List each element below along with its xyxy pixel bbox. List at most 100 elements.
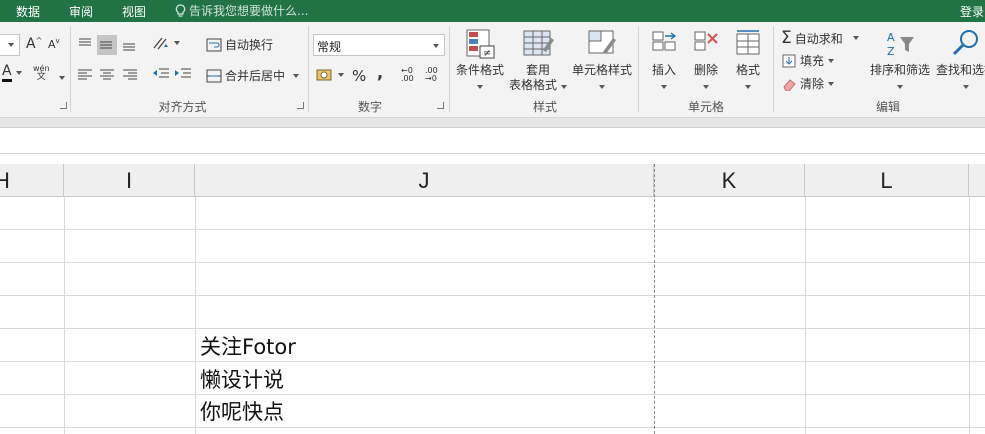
lightbulb-icon: [175, 4, 186, 17]
cell-styles-icon: [588, 30, 616, 54]
column-header-k[interactable]: K: [654, 164, 805, 197]
middle-align-button[interactable]: [97, 35, 117, 55]
conditional-formatting-button[interactable]: ≠ 条件格式: [453, 28, 507, 92]
percent-icon: %: [352, 67, 367, 85]
formula-bar[interactable]: [0, 128, 985, 154]
increase-decimal-button[interactable]: ←0 .00: [401, 67, 414, 83]
fill-label: 填充: [800, 54, 825, 68]
currency-icon: [316, 69, 332, 81]
page-break-line: [654, 164, 655, 434]
group-divider: [773, 26, 774, 112]
number-dialog-launcher[interactable]: [437, 102, 444, 109]
ribbon-bottom-strip: [0, 118, 985, 128]
column-header-l[interactable]: L: [805, 164, 969, 197]
insert-label: 插入: [651, 63, 676, 77]
svg-text:≠: ≠: [483, 48, 491, 59]
top-align-button[interactable]: [77, 35, 95, 53]
cell-styles-button[interactable]: 单元格样式: [570, 28, 634, 92]
number-format-dropdown[interactable]: 常规: [313, 34, 445, 56]
find-select-label: 查找和选择: [935, 63, 985, 77]
insert-cells-icon: [652, 31, 677, 51]
font-color-button[interactable]: A: [0, 64, 26, 82]
wrap-text-button[interactable]: 自动换行: [206, 36, 273, 53]
merge-center-label: 合并后居中: [225, 69, 286, 83]
alignment-group-label: 对齐方式: [158, 100, 207, 114]
decrease-indent-button[interactable]: [152, 67, 170, 81]
font-dialog-launcher[interactable]: [60, 102, 67, 109]
cell-styles-label: 单元格样式: [571, 63, 632, 77]
format-cells-button[interactable]: 格式: [730, 28, 766, 92]
tell-me-search[interactable]: 告诉我您想要做什么...: [175, 2, 308, 19]
column-header-j[interactable]: J: [195, 164, 654, 197]
ribbon: A ^ Av A wén 文 自动换行 合并后居中 对齐方式 常规 % , ←0…: [0, 22, 985, 118]
wrap-text-label: 自动换行: [225, 38, 274, 52]
percent-style-button[interactable]: %: [352, 67, 366, 85]
font-size-dropdown[interactable]: [0, 34, 20, 56]
bottom-align-button[interactable]: [121, 35, 139, 53]
align-bottom-icon: [123, 43, 135, 51]
align-right-icon: [123, 69, 137, 80]
cells-group-label: 单元格: [687, 100, 724, 114]
orientation-button[interactable]: [152, 35, 180, 51]
merge-center-button[interactable]: 合并后居中: [206, 67, 300, 84]
format-as-table-label-1: 套用: [525, 63, 550, 77]
gridline-vertical: [805, 197, 806, 434]
format-as-table-button[interactable]: 套用 表格格式: [507, 28, 569, 93]
increase-indent-button[interactable]: [174, 67, 192, 81]
styles-group-label: 样式: [532, 100, 557, 114]
column-header-i[interactable]: I: [64, 164, 195, 197]
align-left-button[interactable]: [77, 68, 93, 81]
wrap-text-icon: [206, 38, 222, 51]
sort-filter-icon: AZ: [887, 31, 914, 58]
align-right-button[interactable]: [122, 68, 138, 81]
clear-button[interactable]: 清除: [782, 75, 835, 92]
delete-label: 删除: [693, 63, 718, 77]
phonetic-guide-button[interactable]: wén 文: [33, 64, 50, 82]
align-center-button[interactable]: [99, 68, 115, 81]
merge-cells-icon: [206, 69, 222, 82]
conditional-formatting-label: 条件格式: [455, 63, 504, 77]
group-divider: [308, 26, 309, 112]
cell-j6[interactable]: 关注Fotor: [200, 332, 296, 362]
svg-text:Z: Z: [887, 45, 895, 58]
format-label: 格式: [735, 63, 760, 77]
fill-button[interactable]: 填充: [782, 52, 835, 69]
group-divider: [638, 26, 639, 112]
phonetic-dropdown-caret[interactable]: [59, 76, 65, 80]
cell-j7[interactable]: 懒设计说: [200, 365, 284, 395]
accounting-format-button[interactable]: [316, 68, 344, 82]
delete-cells-icon: [694, 31, 718, 51]
shrink-font-button[interactable]: Av: [48, 37, 60, 52]
grow-font-button[interactable]: A ^: [26, 36, 42, 53]
sort-filter-button[interactable]: AZ 排序和筛选: [868, 28, 932, 92]
editing-group-label: 编辑: [875, 100, 900, 114]
align-middle-icon: [100, 41, 112, 49]
column-headers: H I J K L: [0, 164, 985, 197]
find-select-button[interactable]: 查找和选择: [934, 28, 985, 92]
align-top-icon: [79, 38, 91, 46]
decrease-decimal-button[interactable]: .00 →0: [425, 67, 438, 83]
comma-style-button[interactable]: ,: [377, 63, 383, 82]
login-link[interactable]: 登录: [960, 3, 984, 20]
gridline-horizontal: [0, 262, 985, 263]
alignment-dialog-launcher[interactable]: [297, 102, 304, 109]
tab-view[interactable]: 视图: [122, 3, 146, 20]
conditional-formatting-icon: ≠: [466, 29, 495, 59]
delete-cells-button[interactable]: 删除: [688, 28, 724, 92]
cell-j8[interactable]: 你呢快点: [200, 397, 284, 427]
grow-font-icon: A: [26, 36, 36, 52]
number-format-value: 常规: [317, 40, 342, 54]
number-group-label: 数字: [357, 100, 382, 114]
tab-data[interactable]: 数据: [16, 3, 40, 20]
fill-down-icon: [782, 54, 796, 67]
autosum-button[interactable]: Σ 自动求和: [781, 28, 859, 48]
format-as-table-label-2: 表格格式: [507, 78, 569, 93]
column-header-h[interactable]: H: [0, 164, 64, 197]
increase-indent-icon: [175, 68, 191, 78]
gridline-horizontal: [0, 229, 985, 230]
table-style-icon: [523, 30, 554, 56]
insert-cells-button[interactable]: 插入: [646, 28, 682, 92]
tab-review[interactable]: 审阅: [69, 3, 93, 20]
phonetic-bottom-label: 文: [36, 72, 46, 82]
group-divider: [449, 26, 450, 112]
